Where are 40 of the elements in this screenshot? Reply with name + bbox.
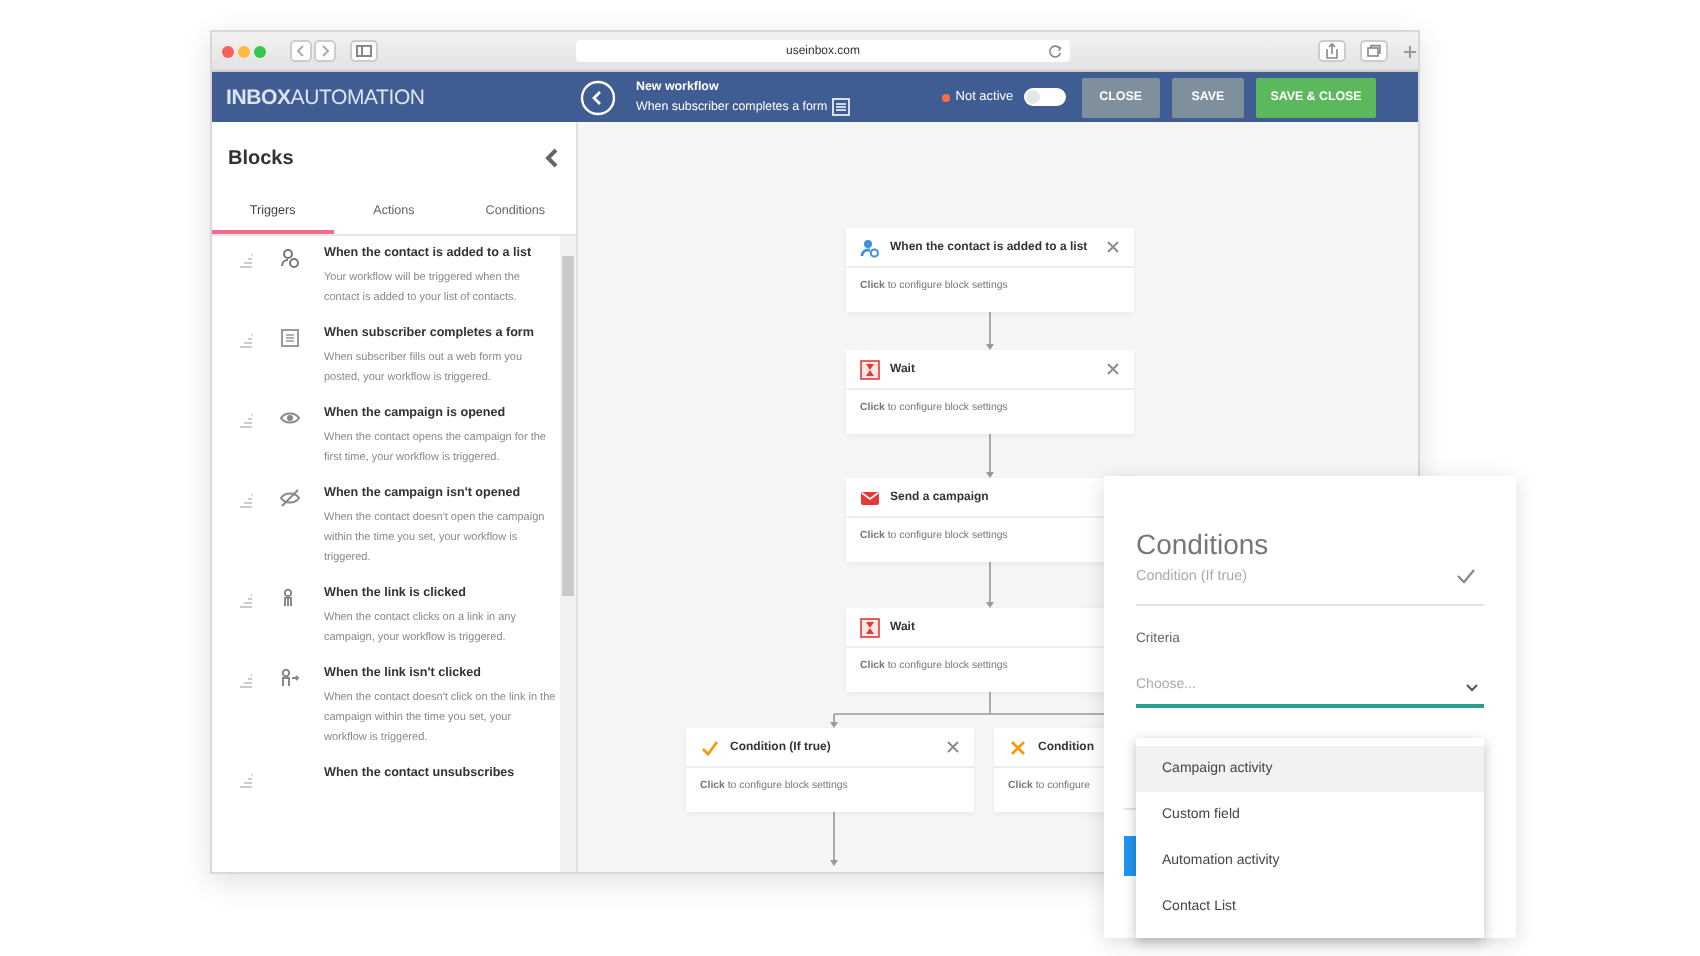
new-tab-plus-icon[interactable] <box>1402 41 1418 61</box>
connector-arrow <box>830 713 838 728</box>
block-icon <box>860 617 880 637</box>
share-icon[interactable] <box>1318 40 1346 62</box>
trigger-icon <box>280 248 300 268</box>
drag-handle-icon[interactable] <box>238 412 254 428</box>
connector-arrow <box>986 433 994 478</box>
close-icon[interactable] <box>1106 240 1120 254</box>
panel-title: Conditions <box>1136 526 1271 562</box>
sidebar-title: Blocks <box>228 147 294 169</box>
active-toggle[interactable] <box>1023 88 1066 106</box>
scrollbar[interactable] <box>560 236 576 872</box>
connector-arrow <box>986 311 994 350</box>
drag-handle-icon[interactable] <box>238 332 254 348</box>
drag-handle-icon[interactable] <box>238 252 254 268</box>
trigger-icon <box>280 328 300 348</box>
trigger-icon <box>280 408 300 428</box>
form-icon <box>831 97 850 115</box>
connector-arrow <box>986 561 994 608</box>
connector-arrow <box>830 811 838 866</box>
checkmark-icon <box>1456 567 1476 583</box>
drag-handle-icon[interactable] <box>238 672 254 688</box>
tabs-icon[interactable] <box>1360 40 1388 62</box>
drag-handle-icon[interactable] <box>238 492 254 508</box>
block-icon <box>700 737 720 757</box>
drag-handle-icon[interactable] <box>238 592 254 608</box>
block-icon <box>860 237 880 257</box>
reload-icon[interactable] <box>1048 44 1062 58</box>
drag-handle-icon[interactable] <box>238 772 254 788</box>
close-icon[interactable] <box>1106 362 1120 376</box>
block-icon <box>1008 737 1028 757</box>
trigger-icon <box>280 488 300 508</box>
close-icon[interactable] <box>946 740 960 754</box>
trigger-icon <box>280 668 300 688</box>
block-icon <box>860 359 880 379</box>
sidebar-toggle-icon[interactable] <box>350 40 378 62</box>
collapse-chevron-icon[interactable] <box>544 148 558 168</box>
caret-icon[interactable] <box>1466 684 1478 692</box>
logo: INBOXAUTOMATION <box>226 85 427 109</box>
block-icon <box>860 487 880 507</box>
